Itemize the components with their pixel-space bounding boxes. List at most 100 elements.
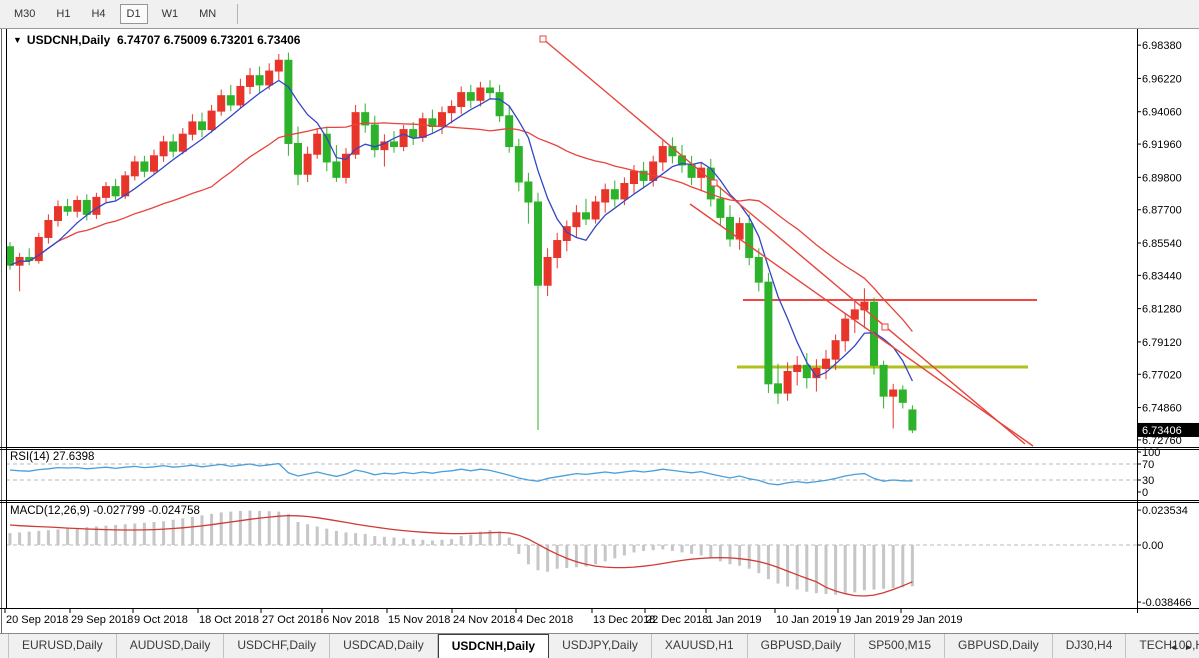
candle (131, 162, 138, 176)
price-axis-label: 6.98380 (1142, 40, 1182, 52)
chart-tabs-bar: EURUSD,DailyAUDUSD,DailyUSDCHF,DailyUSDC… (0, 633, 1199, 658)
price-axis-label: 6.96220 (1142, 73, 1182, 85)
date-axis-label: 6 Nov 2018 (323, 614, 379, 626)
chart-tab-dj30-h4[interactable]: DJ30,H4 (1053, 634, 1127, 658)
timeframe-button-mn[interactable]: MN (192, 4, 223, 24)
candle (602, 190, 609, 202)
timeframe-button-w1[interactable]: W1 (155, 4, 186, 24)
macd-indicator-label: MACD(12,26,9) -0.027799 -0.024758 (10, 505, 200, 517)
chart-tab-usdcnh-daily[interactable]: USDCNH,Daily (438, 634, 549, 658)
candle (631, 171, 638, 183)
chart-tab-gbpusd-daily[interactable]: GBPUSD,Daily (748, 634, 856, 658)
tab-scroll-left-icon[interactable]: ◄ (1169, 642, 1178, 652)
candle (621, 184, 628, 199)
chart-tab-usdcad-daily[interactable]: USDCAD,Daily (330, 634, 438, 658)
chart-tab-audusd-daily[interactable]: AUDUSD,Daily (117, 634, 225, 658)
candle (64, 207, 71, 212)
application-window: M30 H1 H4 D1 W1 MN 6.98380 6.96220 6.94060… (0, 0, 1199, 658)
candle (170, 142, 177, 151)
candle (275, 60, 282, 71)
candle (765, 282, 772, 384)
candle (755, 257, 762, 282)
candle (179, 134, 186, 151)
date-axis-label: 29 Jan 2019 (902, 614, 963, 626)
chart-tab-xauusd-h1[interactable]: XAUUSD,H1 (652, 634, 748, 658)
candle (285, 60, 292, 143)
symbol-dropdown-icon[interactable]: ▼ (13, 35, 22, 45)
chart-canvas[interactable]: 6.983806.962206.940606.919606.898006.877… (0, 0, 1199, 633)
candle (151, 156, 158, 171)
candle (439, 113, 446, 127)
date-axis-label: 29 Sep 2018 (71, 614, 133, 626)
candle (583, 213, 590, 219)
candle (573, 213, 580, 227)
candle (611, 190, 618, 199)
chart-tab-sp500-m15[interactable]: SP500,M15 (855, 634, 945, 658)
date-axis-label: 19 Jan 2019 (839, 614, 900, 626)
candle (880, 365, 887, 396)
chart-tab-eurusd-daily[interactable]: EURUSD,Daily (8, 634, 117, 658)
candle (659, 147, 666, 162)
candle (83, 200, 90, 214)
candle (842, 319, 849, 341)
macd-histogram (9, 511, 914, 595)
trendline-handle[interactable] (882, 324, 888, 330)
candle (247, 76, 254, 87)
candle (592, 202, 599, 219)
chart-tab-gbpusd-daily[interactable]: GBPUSD,Daily (945, 634, 1053, 658)
candle (266, 71, 273, 85)
candle (803, 365, 810, 377)
price-axis-label: 6.87700 (1142, 205, 1182, 217)
candle (899, 390, 906, 402)
ohlc-values: 6.74707 6.75009 6.73201 6.73406 (117, 33, 301, 47)
price-axis-label: 6.77020 (1142, 369, 1182, 381)
candle (717, 199, 724, 217)
timeframe-button-d1[interactable]: D1 (120, 4, 148, 24)
candle (218, 96, 225, 111)
chart-title: ▼ USDCNH,Daily 6.74707 6.75009 6.73201 6.… (13, 33, 300, 47)
candle (794, 365, 801, 371)
price-axis-label: 6.79120 (1142, 337, 1182, 349)
chart-tab-usdchf-daily[interactable]: USDCHF,Daily (224, 634, 330, 658)
candle (410, 130, 417, 138)
candle (333, 162, 340, 177)
macd-axis-label: 0.023534 (1142, 505, 1188, 517)
price-axis-label: 6.91960 (1142, 139, 1182, 151)
tab-scroll-right-icon[interactable]: ► (1184, 642, 1193, 652)
candle (775, 384, 782, 393)
candle (391, 142, 398, 147)
candle (189, 122, 196, 134)
date-axis-label: 9 Oct 2018 (134, 614, 188, 626)
date-axis-label: 22 Dec 2018 (646, 614, 708, 626)
timeframe-button-m30[interactable]: M30 (7, 4, 42, 24)
ma-fast-line (10, 81, 912, 382)
candle (314, 134, 321, 154)
price-axis-label: 6.94060 (1142, 107, 1182, 119)
candle (688, 165, 695, 177)
timeframe-button-h4[interactable]: H4 (84, 4, 112, 24)
price-axis-label: 6.83440 (1142, 270, 1182, 282)
candle (832, 341, 839, 359)
price-axis-label: 6.85540 (1142, 238, 1182, 250)
candle (746, 224, 753, 258)
candle (535, 202, 542, 285)
symbol-label: USDCNH,Daily (27, 33, 110, 47)
price-axis-label: 6.81280 (1142, 304, 1182, 316)
candle (208, 111, 215, 129)
candle (784, 372, 791, 394)
candle (506, 116, 513, 147)
chart-tab-usdjpy-daily[interactable]: USDJPY,Daily (549, 634, 652, 658)
candle (890, 390, 897, 396)
candle (650, 162, 657, 180)
tab-scroll-arrows: ◄ ► (1169, 634, 1196, 658)
rsi-axis-label: 0 (1142, 487, 1148, 499)
macd-axis-label: -0.038466 (1142, 597, 1192, 609)
timeframe-button-h1[interactable]: H1 (49, 4, 77, 24)
candle (400, 130, 407, 147)
candle (496, 93, 503, 116)
trendline-2[interactable] (690, 204, 1033, 446)
candle (93, 197, 100, 214)
trendline-handle[interactable] (711, 180, 717, 186)
trendline-handle[interactable] (540, 36, 546, 42)
rsi-line (10, 464, 912, 485)
